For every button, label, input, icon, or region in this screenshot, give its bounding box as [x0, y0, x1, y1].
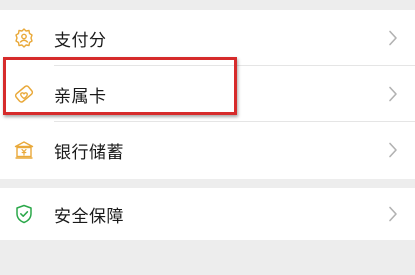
menu-item-security[interactable]: 安全保障: [0, 188, 415, 240]
wallet-settings-screen: 支付分 亲属卡 银行储蓄 安全保障: [0, 0, 415, 275]
menu-item-bank-savings[interactable]: 银行储蓄: [0, 122, 415, 178]
chevron-right-icon: [389, 206, 397, 222]
menu-item-label: 银行储蓄: [54, 142, 124, 163]
chevron-right-icon: [389, 142, 397, 158]
menu-item-label: 支付分: [54, 30, 107, 51]
menu-item-payscore[interactable]: 支付分: [0, 10, 415, 66]
security-group: 安全保障: [0, 188, 415, 240]
menu-item-label: 安全保障: [54, 206, 124, 227]
menu-item-label: 亲属卡: [54, 86, 107, 107]
payscore-icon: [13, 27, 35, 49]
menu-item-family-card[interactable]: 亲属卡: [0, 66, 415, 122]
chevron-right-icon: [389, 30, 397, 46]
services-group: 支付分 亲属卡 银行储蓄: [0, 10, 415, 179]
shield-check-icon: [13, 203, 35, 225]
bank-icon: [13, 139, 35, 161]
family-card-icon: [13, 83, 35, 105]
chevron-right-icon: [389, 86, 397, 102]
